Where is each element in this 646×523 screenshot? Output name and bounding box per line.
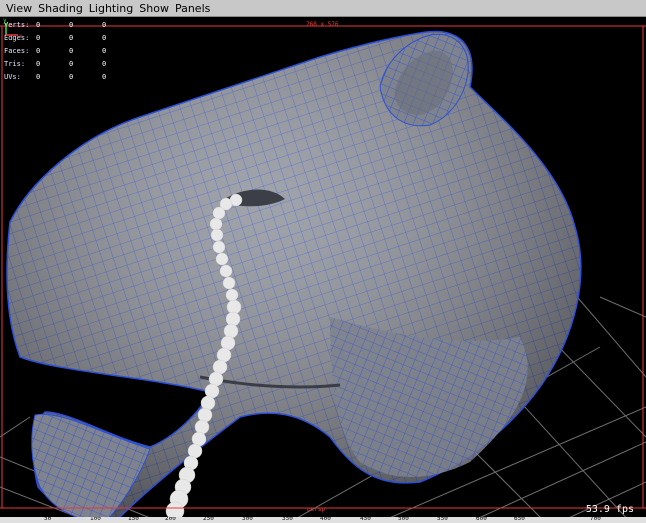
hud-row-uvs: UVs: 0 0 0	[4, 73, 107, 81]
perspective-viewport[interactable]: 768 x 576 Verts: 0 0 0 Edges: 0 0 0 Face…	[0, 17, 646, 523]
hud-row-tris: Tris: 0 0 0	[4, 60, 107, 68]
view-axis-icon: y x	[3, 17, 23, 40]
menu-show[interactable]: Show	[139, 0, 169, 17]
menu-panels[interactable]: Panels	[175, 0, 210, 17]
resolution-gate-label: 768 x 576	[306, 21, 339, 28]
menu-lighting[interactable]: Lighting	[89, 0, 133, 17]
time-ruler[interactable]: 50 100 150 200 250 300 350 400 450 500 5…	[0, 517, 646, 523]
panel-menu-bar: View Shading Lighting Show Panels	[0, 0, 646, 17]
camera-name-label: persp	[307, 506, 326, 513]
menu-view[interactable]: View	[6, 0, 32, 17]
fps-readout: 53.9 fps	[585, 504, 634, 515]
scene-render	[0, 25, 646, 523]
menu-shading[interactable]: Shading	[38, 0, 83, 17]
svg-text:y: y	[3, 17, 7, 24]
neck-surface	[330, 317, 528, 477]
hud-row-faces: Faces: 0 0 0	[4, 47, 107, 55]
creature-head-mesh	[6, 30, 582, 523]
svg-text:x: x	[19, 33, 23, 40]
